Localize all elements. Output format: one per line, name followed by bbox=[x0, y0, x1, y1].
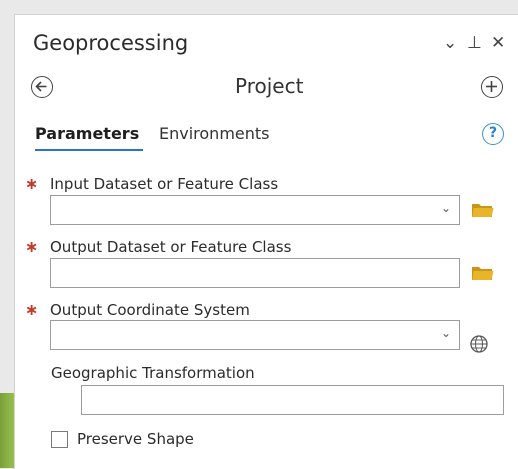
required-marker: ∗ bbox=[25, 300, 39, 319]
chevron-down-icon[interactable]: ⌄ bbox=[441, 201, 451, 215]
folder-icon[interactable] bbox=[472, 202, 494, 218]
pane-options-chevron-icon[interactable]: ⌄ bbox=[443, 33, 457, 53]
help-icon[interactable]: ? bbox=[482, 123, 504, 145]
preserve-shape-checkbox[interactable] bbox=[51, 431, 68, 448]
input-dataset-label: Input Dataset or Feature Class bbox=[50, 175, 279, 193]
tab-parameters[interactable]: Parameters bbox=[35, 124, 139, 143]
geoprocessing-pane: Geoprocessing ⌄ ⊥ ✕ Project Parameters E… bbox=[14, 14, 518, 469]
input-dataset-combobox[interactable]: ⌄ bbox=[50, 195, 460, 225]
output-dataset-input[interactable] bbox=[50, 258, 460, 288]
tool-title: Project bbox=[235, 74, 304, 98]
globe-icon[interactable] bbox=[469, 334, 489, 354]
close-icon[interactable]: ✕ bbox=[491, 33, 505, 53]
geographic-transformation-input[interactable] bbox=[81, 385, 504, 415]
required-marker: ∗ bbox=[25, 237, 39, 256]
preserve-shape-label: Preserve Shape bbox=[77, 430, 194, 448]
folder-icon[interactable] bbox=[472, 265, 494, 281]
add-button[interactable] bbox=[481, 76, 503, 98]
required-marker: ∗ bbox=[25, 174, 39, 193]
pin-icon[interactable]: ⊥ bbox=[467, 33, 482, 53]
output-coordinate-system-combobox[interactable]: ⌄ bbox=[50, 320, 460, 350]
chevron-down-icon[interactable]: ⌄ bbox=[441, 326, 451, 340]
back-button[interactable] bbox=[31, 76, 53, 98]
tab-environments[interactable]: Environments bbox=[159, 124, 270, 143]
plus-icon bbox=[486, 81, 497, 92]
output-coordinate-system-label: Output Coordinate System bbox=[50, 301, 250, 319]
output-dataset-label: Output Dataset or Feature Class bbox=[50, 238, 292, 256]
active-tab-indicator bbox=[35, 149, 143, 151]
back-arrow-icon bbox=[35, 81, 47, 92]
pane-title: Geoprocessing bbox=[33, 31, 189, 55]
geographic-transformation-label: Geographic Transformation bbox=[51, 364, 255, 382]
